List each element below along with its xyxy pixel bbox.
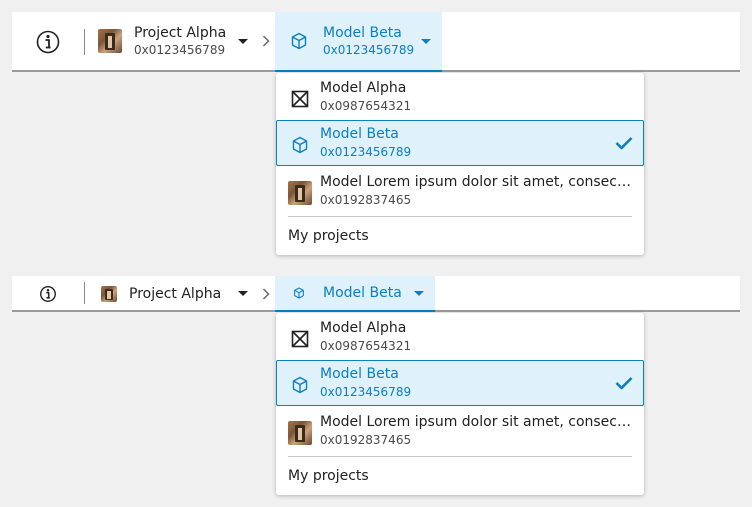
chevron-right-icon: [262, 288, 270, 300]
breadcrumb-model-active[interactable]: Model Beta: [275, 276, 435, 312]
cube-icon: [292, 376, 308, 394]
model-thumbnail: [288, 421, 312, 445]
breadcrumb-divider: [84, 29, 85, 55]
no-image-icon: [291, 330, 309, 348]
chevron-right-icon: [262, 35, 270, 47]
info-circle-icon: [36, 30, 60, 54]
model-dropdown-menu: Model Alpha 0x0987654321 Model Beta 0x01…: [276, 73, 644, 255]
menu-item-model-beta[interactable]: Model Beta 0x0123456789: [276, 120, 644, 166]
breadcrumb-bar-large: Project Alpha 0x0123456789 Model Beta 0x…: [12, 12, 740, 72]
breadcrumb-project[interactable]: Project Alpha 0x0123456789: [98, 22, 226, 60]
model-id: 0x0123456789: [323, 43, 415, 57]
model-dropdown-caret-icon[interactable]: [414, 291, 424, 296]
breadcrumb-model-active[interactable]: Model Beta 0x0123456789: [275, 12, 442, 72]
cube-icon: [292, 136, 308, 154]
project-name: Project Alpha: [134, 25, 227, 41]
menu-item-model-lorem[interactable]: Model Lorem ipsum dolor sit amet, consec…: [276, 168, 644, 214]
breadcrumb-project[interactable]: Project Alpha: [101, 282, 221, 306]
menu-item-model-beta[interactable]: Model Beta 0x0123456789: [276, 360, 644, 406]
menu-item-model-lorem[interactable]: Model Lorem ipsum dolor sit amet, consec…: [276, 408, 644, 454]
project-thumbnail: [98, 29, 122, 53]
project-id: 0x0123456789: [134, 43, 226, 57]
breadcrumb-bar-small: Project Alpha Model Beta: [12, 276, 740, 312]
menu-divider: [288, 456, 632, 457]
checkmark-icon: [615, 377, 633, 390]
model-name: Model Beta: [323, 285, 402, 301]
my-projects-link[interactable]: My projects: [288, 467, 369, 485]
menu-item-id: 0x0987654321: [320, 339, 412, 353]
menu-divider: [288, 216, 632, 217]
project-name: Project Alpha: [129, 286, 222, 302]
model-dropdown-caret-icon[interactable]: [421, 39, 431, 44]
model-name: Model Beta: [323, 25, 402, 41]
project-thumbnail: [101, 286, 117, 302]
model-dropdown-menu: Model Alpha 0x0987654321 Model Beta 0x01…: [276, 313, 644, 495]
my-projects-link[interactable]: My projects: [288, 227, 369, 245]
cube-icon: [291, 32, 307, 50]
cube-icon: [294, 287, 304, 299]
menu-item-name: Model Lorem ipsum dolor sit amet, consec…: [320, 414, 632, 430]
breadcrumb-divider: [84, 282, 85, 304]
menu-item-id: 0x0192837465: [320, 193, 412, 207]
checkmark-icon: [615, 137, 633, 150]
info-circle-icon: [40, 286, 56, 302]
menu-item-name: Model Beta: [320, 366, 399, 382]
menu-item-id: 0x0192837465: [320, 433, 412, 447]
menu-item-model-alpha[interactable]: Model Alpha 0x0987654321: [276, 74, 644, 120]
no-image-icon: [291, 90, 309, 108]
info-button[interactable]: [32, 26, 64, 58]
menu-item-name: Model Lorem ipsum dolor sit amet, consec…: [320, 174, 632, 190]
menu-item-model-alpha[interactable]: Model Alpha 0x0987654321: [276, 314, 644, 360]
menu-item-id: 0x0987654321: [320, 99, 412, 113]
model-thumbnail: [288, 181, 312, 205]
project-dropdown-caret-icon[interactable]: [238, 39, 248, 44]
menu-item-id: 0x0123456789: [320, 385, 412, 399]
menu-item-name: Model Beta: [320, 126, 399, 142]
menu-item-name: Model Alpha: [320, 80, 407, 96]
menu-item-name: Model Alpha: [320, 320, 407, 336]
menu-item-id: 0x0123456789: [320, 145, 412, 159]
info-button[interactable]: [36, 283, 60, 305]
project-dropdown-caret-icon[interactable]: [238, 291, 248, 296]
